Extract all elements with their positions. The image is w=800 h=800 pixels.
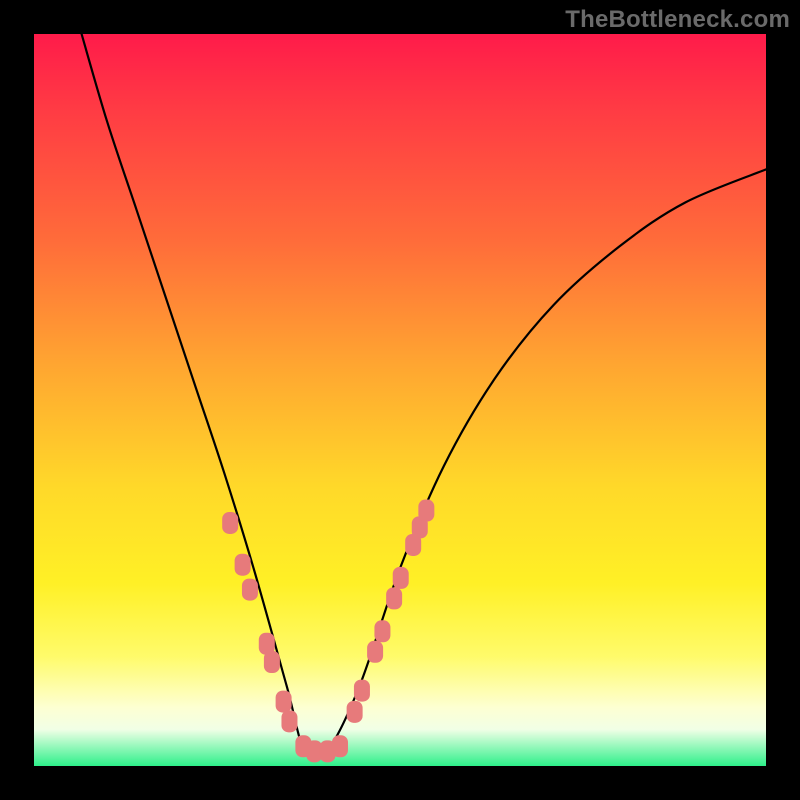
curve-marker (393, 567, 409, 589)
attribution-label: TheBottleneck.com (565, 6, 790, 34)
curve-marker (276, 691, 292, 713)
curve-marker (347, 701, 363, 723)
curve-marker (386, 587, 402, 609)
curve-marker (367, 641, 383, 663)
curve-marker (242, 579, 258, 601)
curve-layer (34, 34, 766, 766)
curve-marker (418, 500, 434, 522)
plot-area (34, 34, 766, 766)
curve-marker (281, 710, 297, 732)
curve-marker (235, 554, 251, 576)
highlighted-band-markers (222, 500, 434, 763)
curve-marker (354, 680, 370, 702)
curve-marker (264, 651, 280, 673)
curve-marker (332, 735, 348, 757)
curve-marker (374, 620, 390, 642)
bottleneck-curve (82, 34, 766, 760)
curve-marker (222, 512, 238, 534)
chart-frame: TheBottleneck.com (0, 0, 800, 800)
